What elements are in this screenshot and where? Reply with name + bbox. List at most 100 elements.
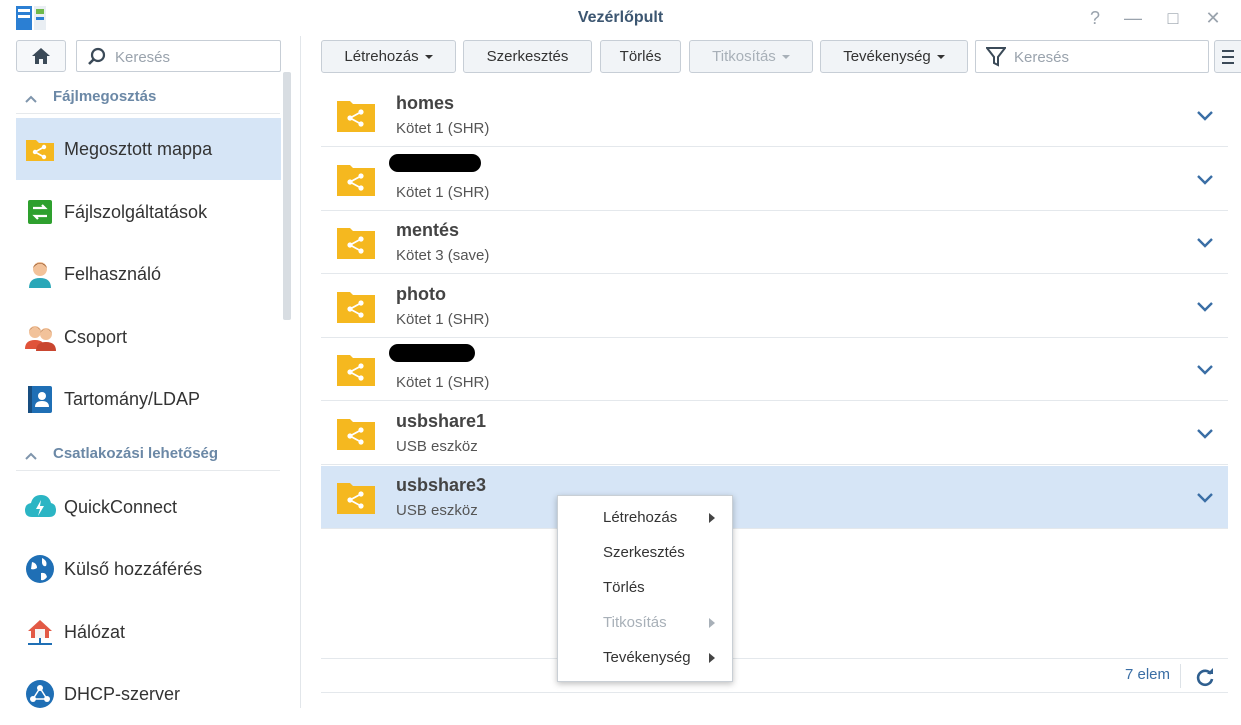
folder-volume: Kötet 1 (SHR) xyxy=(396,183,490,201)
home-button[interactable] xyxy=(16,40,66,72)
folder-volume: Kötet 1 (SHR) xyxy=(396,310,490,328)
chevron-down-icon[interactable] xyxy=(1194,295,1216,317)
minimize-button[interactable]: — xyxy=(1120,6,1146,30)
chevron-down-icon[interactable] xyxy=(1194,231,1216,253)
footer-separator xyxy=(1180,664,1181,688)
section-label: Csatlakozási lehetőség xyxy=(53,445,219,462)
context-menu-item[interactable]: Titkosítás xyxy=(558,606,734,641)
folder-name: homes xyxy=(396,93,455,113)
sidebar-scrollbar[interactable] xyxy=(283,72,291,320)
folder-name: usbshare1 xyxy=(396,411,487,431)
context-menu-item-label: Titkosítás xyxy=(603,614,667,631)
sidebar-item-quickconnect[interactable]: QuickConnect xyxy=(16,476,281,538)
close-button[interactable]: ✕ xyxy=(1200,6,1226,30)
shared-folder-icon xyxy=(26,140,54,161)
context-menu-item[interactable]: Létrehozás xyxy=(558,501,734,536)
more-menu-button[interactable] xyxy=(1214,40,1241,73)
context-menu-item[interactable]: Törlés xyxy=(558,571,734,606)
sidebar-item-external-access[interactable]: Külső hozzáférés xyxy=(16,538,281,600)
sidebar-item-label: Megosztott mappa xyxy=(64,139,213,159)
shared-folder-icon xyxy=(337,101,375,132)
network-icon xyxy=(28,620,52,645)
sidebar-search-input[interactable]: Keresés xyxy=(76,40,281,72)
caret-down-icon xyxy=(781,55,790,60)
shared-folder-icon xyxy=(337,291,375,323)
shared-folder-icon xyxy=(337,228,375,260)
action-button[interactable]: Tevékenység xyxy=(820,40,968,73)
sidebar-item-user[interactable]: Felhasználó xyxy=(16,243,281,305)
sidebar-item-label: Fájlszolgáltatások xyxy=(64,202,208,222)
redacted-name xyxy=(389,344,475,363)
chevron-down-icon[interactable] xyxy=(1194,104,1216,126)
folder-volume: USB eszköz xyxy=(396,501,478,519)
chevron-up-icon xyxy=(24,84,38,109)
group-icon xyxy=(25,326,56,351)
folder-row[interactable]: Kötet 1 (SHR) xyxy=(321,148,1228,211)
refresh-icon[interactable] xyxy=(1194,666,1216,688)
sidebar-item-label: Felhasználó xyxy=(64,264,162,284)
context-menu-item-label: Szerkesztés xyxy=(603,544,685,561)
list-footer-divider xyxy=(321,658,1228,659)
context-menu-item-label: Tevékenység xyxy=(603,649,691,666)
sidebar-item-group[interactable]: Csoport xyxy=(16,306,281,368)
folder-row[interactable]: photo Kötet 1 (SHR) xyxy=(321,275,1228,338)
folder-row[interactable]: mentés Kötet 3 (save) xyxy=(321,211,1228,275)
shared-folder-icon xyxy=(337,164,375,196)
sidebar-item-label: QuickConnect xyxy=(64,497,178,517)
create-button-label: Létrehozás xyxy=(344,48,419,65)
home-icon xyxy=(32,48,50,64)
sidebar-item-shared-folder[interactable]: Megosztott mappa xyxy=(16,118,281,180)
chevron-up-icon xyxy=(24,441,38,466)
encrypt-button[interactable]: Titkosítás xyxy=(689,40,813,73)
folder-name: mentés xyxy=(396,220,460,241)
user-icon xyxy=(29,262,51,288)
maximize-button[interactable]: □ xyxy=(1160,6,1186,30)
sidebar-item-domain-ldap[interactable]: Tartomány/LDAP xyxy=(16,368,281,430)
folder-name: photo xyxy=(396,283,446,304)
list-search-input[interactable]: Keresés xyxy=(975,40,1209,73)
delete-button-label: Törlés xyxy=(619,48,662,65)
shared-folder-icon xyxy=(337,355,375,387)
quickconnect-icon xyxy=(25,495,56,517)
section-header-file-sharing[interactable]: Fájlmegosztás xyxy=(16,80,280,114)
file-services-icon xyxy=(28,200,52,224)
sidebar-divider xyxy=(300,36,301,708)
caret-down-icon xyxy=(936,55,945,60)
folder-row[interactable]: Kötet 1 (SHR) xyxy=(321,338,1228,402)
folder-volume: USB eszköz xyxy=(396,438,478,455)
sidebar-item-label: Csoport xyxy=(64,327,128,347)
folder-row[interactable]: usbshare1 USB eszköz xyxy=(321,402,1228,465)
sidebar-item-file-services[interactable]: Fájlszolgáltatások xyxy=(16,181,281,243)
submenu-arrow-icon xyxy=(709,618,715,628)
section-header-connectivity[interactable]: Csatlakozási lehetőség xyxy=(16,437,280,471)
create-button[interactable]: Létrehozás xyxy=(321,40,456,73)
list-search-placeholder: Keresés xyxy=(1014,49,1070,66)
context-menu-item[interactable]: Szerkesztés xyxy=(558,536,734,571)
sidebar-item-label: Külső hozzáférés xyxy=(64,559,203,579)
folder-volume: Kötet 3 (save) xyxy=(396,247,490,265)
chevron-down-icon[interactable] xyxy=(1194,168,1216,190)
menu-icon xyxy=(1222,50,1234,64)
search-icon xyxy=(88,47,106,65)
chevron-down-icon[interactable] xyxy=(1194,358,1216,380)
chevron-down-icon[interactable] xyxy=(1194,422,1216,444)
submenu-arrow-icon xyxy=(709,513,715,523)
bottom-divider xyxy=(321,692,1228,693)
edit-button[interactable]: Szerkesztés xyxy=(463,40,592,73)
caret-down-icon xyxy=(424,55,433,60)
delete-button[interactable]: Törlés xyxy=(600,40,681,73)
submenu-arrow-icon xyxy=(709,653,715,663)
context-menu-item-label: Törlés xyxy=(603,579,645,596)
folder-volume: Kötet 1 (SHR) xyxy=(396,374,490,392)
context-menu-item[interactable]: Tevékenység xyxy=(558,641,734,676)
folder-row[interactable]: usbshare3 USB eszköz xyxy=(321,465,1228,529)
folder-row[interactable]: homes Kötet 1 (SHR) xyxy=(321,84,1228,147)
section-label: Fájlmegosztás xyxy=(53,88,157,105)
sidebar-item-dhcp-server[interactable]: DHCP-szerver xyxy=(16,663,281,725)
context-menu: Létrehozás Szerkesztés Törlés Titkosítás Tev… xyxy=(557,495,733,682)
sidebar-item-network[interactable]: Hálózat xyxy=(16,601,281,663)
edit-button-label: Szerkesztés xyxy=(486,48,569,65)
chevron-down-icon[interactable] xyxy=(1194,486,1216,508)
help-button[interactable]: ? xyxy=(1082,6,1108,30)
sidebar-search-placeholder: Keresés xyxy=(115,49,171,66)
